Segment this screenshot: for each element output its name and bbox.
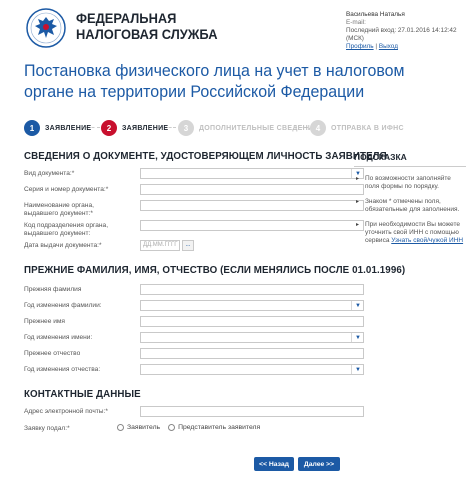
doc-type-select[interactable]: ▼ [140, 168, 364, 179]
email-input[interactable] [140, 406, 364, 417]
link-separator: | [375, 43, 378, 50]
chevron-down-icon: ▼ [355, 171, 361, 177]
inn-lookup-link[interactable]: Узнать свой/чужой ИНН [391, 237, 463, 244]
step-2[interactable]: 2 ЗАЯВЛЕНИЕ [101, 118, 168, 138]
label-issuer-name: Наименование органа, выдавшего документ:… [24, 202, 94, 217]
step-label: ЗАЯВЛЕНИЕ [45, 124, 92, 132]
calendar-button[interactable]: ... [182, 240, 194, 251]
label-email: Адрес электронной почты:* [24, 408, 108, 415]
logout-link[interactable]: Выход [379, 43, 398, 50]
page-title: Постановка физического лица на учет в на… [24, 61, 405, 101]
step-4: 4 ОТПРАВКА В ИФНС [310, 118, 404, 138]
patronymic-year-select[interactable]: ▼ [140, 364, 364, 375]
step-number: 4 [310, 120, 326, 136]
label-surname-year: Год изменения фамилии: [24, 302, 102, 309]
label-prev-surname: Прежняя фамилия [24, 286, 82, 293]
prev-surname-input[interactable] [140, 284, 364, 295]
label-prev-patronymic: Прежнее отчество [24, 350, 81, 357]
radio-circle-icon[interactable] [168, 424, 176, 431]
chevron-down-icon: ▼ [355, 367, 361, 373]
hint-item: По возможности заполняйте поля формы по … [354, 175, 466, 191]
site-header: ФЕДЕРАЛЬНАЯ НАЛОГОВАЯ СЛУЖБА Васильева Н… [0, 0, 474, 52]
prev-name-input[interactable] [140, 316, 364, 327]
fns-emblem-icon[interactable] [26, 8, 66, 48]
radio-applicant[interactable]: Заявитель [117, 424, 160, 431]
name-year-select[interactable]: ▼ [140, 332, 364, 343]
issuer-code-input[interactable] [140, 220, 364, 231]
step-number: 1 [24, 120, 40, 136]
prev-patronymic-input[interactable] [140, 348, 364, 359]
profile-link[interactable]: Профиль [346, 43, 374, 50]
section-title-document: СВЕДЕНИЯ О ДОКУМЕНТЕ, УДОСТОВЕРЯЮЩЕМ ЛИЧ… [24, 150, 387, 162]
label-issuer-code: Код подразделения органа, выдавшего доку… [24, 222, 109, 237]
radio-representative-label: Представитель заявителя [178, 424, 261, 431]
hint-title: ПОДСКАЗКА [354, 152, 466, 167]
step-label: ОТПРАВКА В ИФНС [331, 124, 404, 132]
chevron-down-icon: ▼ [355, 303, 361, 309]
label-patronymic-year: Год изменения отчества: [24, 366, 101, 373]
hint-panel: ПОДСКАЗКА По возможности заполняйте поля… [354, 152, 466, 252]
back-button[interactable]: << Назад [254, 457, 294, 471]
hint-item: Знаком * отмечены поля, обязательные для… [354, 198, 466, 214]
submitted-by-radio-group: Заявитель Представитель заявителя [117, 424, 268, 431]
next-button[interactable]: Далее >> [298, 457, 340, 471]
label-doc-type: Вид документа:* [24, 170, 75, 177]
issuer-name-input[interactable] [140, 200, 364, 211]
org-line-2: НАЛОГОВАЯ СЛУЖБА [76, 26, 218, 42]
step-number: 2 [101, 120, 117, 136]
section-title-contact: КОНТАКТНЫЕ ДАННЫЕ [24, 388, 141, 400]
user-name: Васильева Наталья [346, 11, 405, 18]
radio-applicant-label: Заявитель [127, 424, 161, 431]
hint-list: По возможности заполняйте поля формы по … [354, 175, 466, 245]
section-title-previous-names: ПРЕЖНИЕ ФАМИЛИЯ, ИМЯ, ОТЧЕСТВО (ЕСЛИ МЕН… [24, 264, 406, 276]
user-email: E-mail: [346, 19, 366, 26]
organization-name: ФЕДЕРАЛЬНАЯ НАЛОГОВАЯ СЛУЖБА [76, 10, 218, 42]
issue-date-input[interactable]: ДД.ММ.ГГГГ [140, 240, 180, 251]
radio-circle-icon[interactable] [117, 424, 124, 431]
last-login: Последний вход: 27.01.2016 14:12:42 (МСК… [346, 27, 457, 42]
label-prev-name: Прежнее имя [24, 318, 66, 325]
user-links: Профиль | Выход [346, 43, 474, 51]
step-label: ДОПОЛНИТЕЛЬНЫЕ СВЕДЕНИЯ [199, 124, 319, 132]
wizard-steps: 1 ЗАЯВЛЕНИЕ 2 ЗАЯВЛЕНИЕ 3 ДОПОЛНИТЕЛЬНЫЕ… [24, 118, 444, 138]
hint-item: При необходимости Вы можете уточнить сво… [354, 221, 466, 245]
series-number-input[interactable] [140, 184, 364, 195]
radio-representative[interactable]: Представитель заявителя [168, 424, 260, 431]
label-submitted-by: Заявку подал:* [24, 425, 70, 432]
step-number: 3 [178, 120, 194, 136]
org-line-1: ФЕДЕРАЛЬНАЯ [76, 10, 177, 26]
user-panel: Васильева Наталья E-mail: Последний вход… [346, 11, 474, 51]
surname-year-select[interactable]: ▼ [140, 300, 364, 311]
label-series-number: Серия и номер документа:* [24, 186, 109, 193]
step-3: 3 ДОПОЛНИТЕЛЬНЫЕ СВЕДЕНИЯ [178, 118, 319, 138]
step-label: ЗАЯВЛЕНИЕ [122, 124, 169, 132]
chevron-down-icon: ▼ [355, 335, 361, 341]
step-1[interactable]: 1 ЗАЯВЛЕНИЕ [24, 118, 91, 138]
label-issue-date: Дата выдачи документа:* [24, 242, 102, 249]
label-name-year: Год изменения имени: [24, 334, 93, 341]
